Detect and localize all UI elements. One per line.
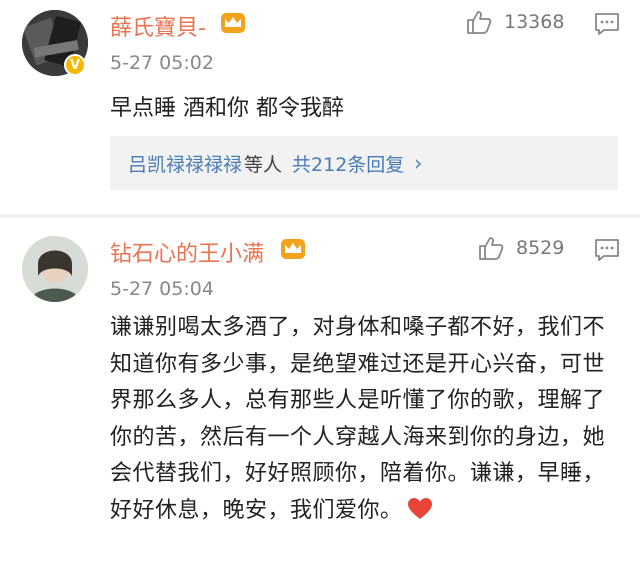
crown-icon — [221, 13, 245, 33]
verified-badge-icon: V — [64, 54, 86, 76]
comment-item: 钻石心的王小满 5-27 05:04 8529 谦谦别喝太多酒了，对身体和嗓子都… — [0, 218, 640, 567]
timestamp: 5-27 05:04 — [110, 278, 214, 300]
comment-text: 早点睡 酒和你 都令我醉 — [110, 96, 344, 121]
like-button[interactable]: 13368 — [466, 10, 564, 34]
reply-suffix: 等人 — [244, 153, 283, 176]
like-count: 13368 — [504, 11, 565, 33]
username[interactable]: 薛氏寶貝- — [110, 10, 206, 42]
reply-comment-icon[interactable] — [594, 238, 620, 262]
reply-comment-icon[interactable] — [594, 12, 620, 36]
timestamp: 5-27 05:02 — [110, 52, 214, 74]
reply-user-names[interactable]: 吕凯禄禄禄禄 — [128, 150, 242, 177]
comment-item: V 薛氏寶貝- 5-27 05:02 13368 早点睡 酒和你 都令我醉 吕凯… — [0, 0, 640, 214]
heart-icon — [407, 497, 432, 519]
replies-summary[interactable]: 吕凯禄禄禄禄 等人 共212条回复 › — [110, 136, 618, 190]
like-button[interactable]: 8529 — [478, 236, 564, 260]
username[interactable]: 钻石心的王小满 — [110, 236, 264, 268]
avatar[interactable] — [22, 236, 88, 302]
comment-text: 谦谦别喝太多酒了，对身体和嗓子都不好，我们不知道你有多少事，是绝望难过还是开心兴… — [110, 315, 606, 523]
reply-count[interactable]: 共212条回复 — [292, 150, 404, 177]
thumbs-up-icon — [467, 11, 492, 34]
comment-text-block: 谦谦别喝太多酒了，对身体和嗓子都不好，我们不知道你有多少事，是绝望难过还是开心兴… — [110, 310, 622, 529]
avatar-image — [22, 236, 88, 302]
chevron-right-icon: › — [414, 151, 423, 175]
like-count: 8529 — [516, 237, 565, 259]
crown-icon — [281, 239, 305, 259]
thumbs-up-icon — [479, 237, 504, 260]
